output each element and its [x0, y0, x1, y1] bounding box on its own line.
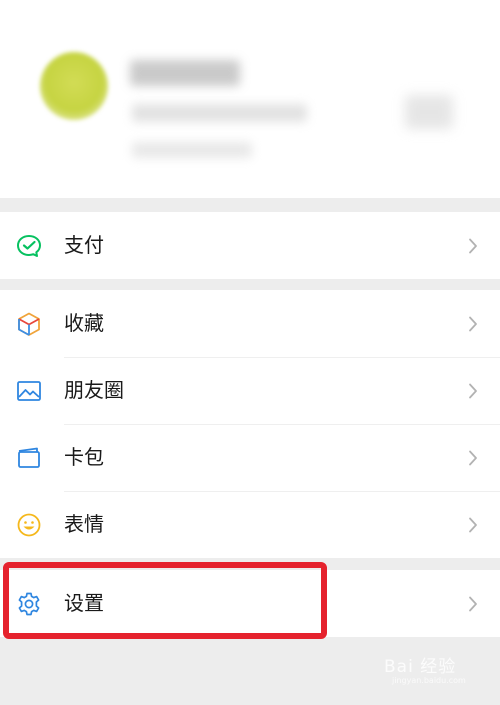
blurred-status	[132, 142, 252, 158]
menu-item-favorites-label: 收藏	[64, 311, 104, 335]
baidu-watermark-url: jingyan.baidu.com	[392, 676, 466, 685]
menu-item-moments-label: 朋友圈	[64, 378, 124, 402]
menu-item-pay[interactable]: 支付	[0, 212, 500, 279]
blurred-nickname	[130, 60, 240, 86]
profile-header[interactable]	[0, 0, 500, 198]
chevron-right-icon	[468, 383, 478, 399]
baidu-watermark: Bai 经验	[384, 657, 457, 677]
menu-item-cards-label: 卡包	[64, 445, 104, 469]
avatar[interactable]	[40, 52, 108, 120]
menu-item-favorites[interactable]: 收藏	[0, 290, 500, 357]
menu-item-stickers-label: 表情	[64, 512, 104, 536]
settings-highlight-box	[3, 562, 327, 639]
menu-item-cards[interactable]: 卡包	[0, 424, 500, 491]
features-section: 收藏 朋友圈 卡包 表情	[0, 290, 500, 558]
wechat-pay-icon	[16, 233, 42, 259]
chevron-right-icon	[468, 596, 478, 612]
menu-item-moments[interactable]: 朋友圈	[0, 357, 500, 424]
chevron-right-icon	[468, 450, 478, 466]
moments-picture-icon	[16, 378, 42, 404]
chevron-right-icon	[468, 238, 478, 254]
chevron-right-icon	[468, 517, 478, 533]
chevron-right-icon	[468, 316, 478, 332]
smiley-icon	[16, 512, 42, 538]
blurred-qr-code[interactable]	[405, 95, 453, 129]
pay-section: 支付	[0, 212, 500, 279]
menu-item-pay-label: 支付	[64, 233, 104, 257]
card-wallet-icon	[16, 445, 42, 471]
favorites-cube-icon	[16, 311, 42, 337]
menu-item-stickers[interactable]: 表情	[0, 491, 500, 558]
blurred-wechat-id	[132, 104, 307, 122]
